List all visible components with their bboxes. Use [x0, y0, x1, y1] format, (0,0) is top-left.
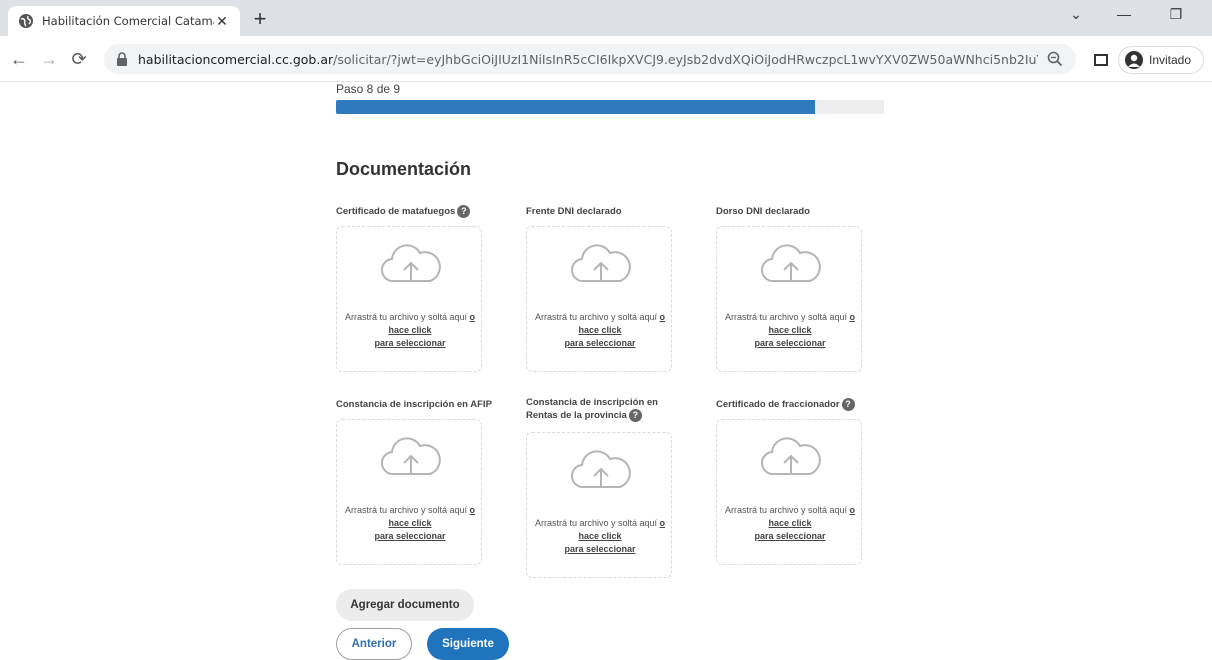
- file-dropzone[interactable]: Arrastrá tu archivo y soltá aquí o hace …: [336, 419, 482, 565]
- document-upload-matafuegos: Certificado de matafuegos? Arrastrá tu a…: [336, 205, 506, 372]
- document-label: Certificado de matafuegos?: [336, 205, 506, 218]
- dropzone-text: Arrastrá tu archivo y soltá aquí o hace …: [344, 312, 476, 348]
- select-file-link[interactable]: para seleccionar: [564, 338, 635, 348]
- file-dropzone[interactable]: Arrastrá tu archivo y soltá aquí o hace …: [526, 432, 672, 578]
- progress-bar: [336, 100, 884, 114]
- minimize-button[interactable]: —: [1104, 6, 1144, 28]
- dropzone-text: Arrastrá tu archivo y soltá aquí o hace …: [724, 505, 856, 541]
- tab-search-button[interactable]: ⌄: [1056, 6, 1096, 28]
- cloud-upload-icon: [380, 437, 441, 476]
- help-icon[interactable]: ?: [841, 398, 855, 411]
- select-file-link[interactable]: para seleccionar: [374, 531, 445, 541]
- page-title: Documentación: [336, 159, 472, 179]
- step-indicator: Paso 8 de 9: [336, 82, 401, 96]
- profile-label: Invitado: [1149, 53, 1192, 67]
- tab-close-icon[interactable]: ✕: [214, 13, 230, 29]
- url-text: habilitacioncomercial.cc.gob.ar/solicita…: [138, 51, 1038, 67]
- avatar-icon: [1125, 51, 1143, 69]
- back-arrow-icon[interactable]: ←: [8, 48, 30, 70]
- progress-bar-fill: [336, 100, 815, 114]
- help-icon[interactable]: ?: [457, 205, 471, 218]
- cloud-upload-icon: [760, 244, 821, 283]
- tab-title: Habilitación Comercial Catamarc: [42, 14, 214, 28]
- address-bar[interactable]: habilitacioncomercial.cc.gob.ar/solicita…: [104, 44, 1076, 74]
- cloud-upload-icon: [570, 450, 631, 489]
- document-upload-rentas: Constancia de inscripción en Rentas de l…: [526, 396, 672, 578]
- select-file-link[interactable]: para seleccionar: [754, 531, 825, 541]
- previous-button[interactable]: Anterior: [336, 628, 412, 660]
- select-file-link[interactable]: para seleccionar: [374, 338, 445, 348]
- dropzone-text: Arrastrá tu archivo y soltá aquí o hace …: [534, 518, 666, 554]
- new-tab-button[interactable]: +: [248, 8, 272, 32]
- file-dropzone[interactable]: Arrastrá tu archivo y soltá aquí o hace …: [716, 419, 862, 565]
- profile-button[interactable]: Invitado: [1118, 46, 1204, 74]
- cloud-upload-icon: [760, 437, 821, 476]
- document-label: Constancia de inscripción en AFIP: [336, 399, 492, 410]
- dropzone-text: Arrastrá tu archivo y soltá aquí o hace …: [724, 312, 856, 348]
- cloud-upload-icon: [570, 244, 631, 283]
- browser-toolbar: ← → ⟳ habilitacioncomercial.cc.gob.ar/so…: [0, 36, 1212, 82]
- document-upload-dni-front: Frente DNI declarado Arrastrá tu archivo…: [526, 205, 696, 372]
- document-label: Frente DNI declarado: [526, 206, 622, 217]
- dropzone-text: Arrastrá tu archivo y soltá aquí o hace …: [344, 505, 476, 541]
- add-document-button[interactable]: Agregar documento: [336, 589, 474, 621]
- document-label: Certificado de fraccionador?: [716, 398, 886, 411]
- help-icon[interactable]: ?: [628, 409, 642, 422]
- lock-icon: [117, 52, 127, 66]
- next-button[interactable]: Siguiente: [427, 628, 509, 660]
- browser-tab[interactable]: Habilitación Comercial Catamarc ✕: [8, 6, 240, 36]
- dropzone-text: Arrastrá tu archivo y soltá aquí o hace …: [534, 312, 666, 348]
- document-upload-dni-back: Dorso DNI declarado Arrastrá tu archivo …: [716, 205, 886, 372]
- file-dropzone[interactable]: Arrastrá tu archivo y soltá aquí o hace …: [526, 226, 672, 372]
- page-content: Paso 8 de 9 Documentación Certificado de…: [0, 82, 1212, 660]
- file-dropzone[interactable]: Arrastrá tu archivo y soltá aquí o hace …: [716, 226, 862, 372]
- select-file-link[interactable]: para seleccionar: [564, 544, 635, 554]
- cloud-upload-icon: [380, 244, 441, 283]
- document-label: Constancia de inscripción en Rentas de l…: [526, 397, 658, 422]
- zoom-icon[interactable]: [1046, 50, 1064, 68]
- document-label: Dorso DNI declarado: [716, 206, 810, 217]
- globe-icon: [19, 14, 33, 28]
- browser-tab-bar: Habilitación Comercial Catamarc ✕ + ⌄ — …: [0, 0, 1212, 36]
- select-file-link[interactable]: para seleccionar: [754, 338, 825, 348]
- file-dropzone[interactable]: Arrastrá tu archivo y soltá aquí o hace …: [336, 226, 482, 372]
- side-panel-icon[interactable]: [1094, 54, 1108, 66]
- restore-button[interactable]: ❐: [1156, 6, 1196, 28]
- reload-icon[interactable]: ⟳: [68, 48, 90, 70]
- document-upload-fraccionador: Certificado de fraccionador? Arrastrá tu…: [716, 398, 886, 565]
- forward-arrow-icon[interactable]: →: [38, 48, 60, 70]
- document-upload-afip: Constancia de inscripción en AFIP Arrast…: [336, 398, 506, 565]
